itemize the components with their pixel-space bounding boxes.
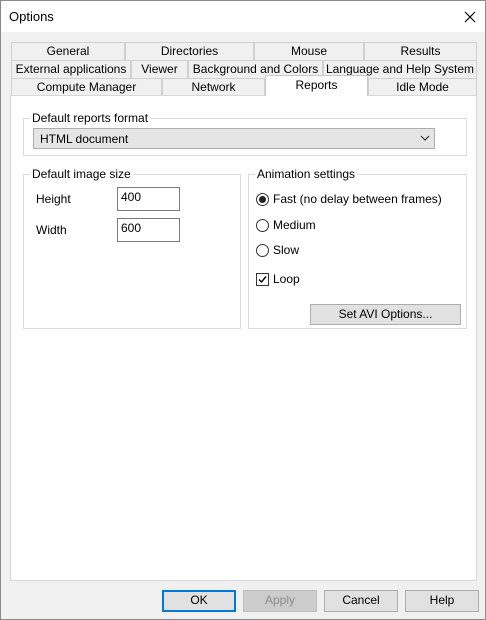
radio-fast-button[interactable] xyxy=(256,192,269,206)
tab-directories[interactable]: Directories xyxy=(125,42,254,61)
default-image-size-legend: Default image size xyxy=(30,167,133,181)
radio-fast[interactable]: Fast (no delay between frames) xyxy=(256,192,442,206)
set-avi-options-button[interactable]: Set AVI Options... xyxy=(310,304,461,325)
width-input[interactable]: 600 xyxy=(117,218,180,242)
animation-settings-legend: Animation settings xyxy=(255,167,358,181)
help-button[interactable]: Help xyxy=(405,590,479,612)
tab-mouse[interactable]: Mouse xyxy=(254,42,364,61)
checkmark-icon xyxy=(258,275,267,283)
reports-format-value: HTML document xyxy=(40,132,129,146)
radio-fast-label: Fast (no delay between frames) xyxy=(273,192,442,206)
window-title: Options xyxy=(9,9,54,24)
loop-checkbox[interactable] xyxy=(256,272,269,286)
tab-viewer[interactable]: Viewer xyxy=(131,60,188,79)
default-image-size-group: Default image size Height 400 Width 600 xyxy=(23,167,241,329)
reports-format-select[interactable]: HTML document xyxy=(33,128,435,149)
default-reports-format-legend: Default reports format xyxy=(30,111,151,125)
tab-network[interactable]: Network xyxy=(162,78,265,96)
height-label: Height xyxy=(36,192,71,206)
radio-medium-button[interactable] xyxy=(256,218,269,232)
tab-reports[interactable]: Reports xyxy=(265,75,368,96)
radio-medium-label: Medium xyxy=(273,218,316,232)
tab-external-applications[interactable]: External applications xyxy=(11,60,131,79)
close-button[interactable] xyxy=(455,1,485,32)
width-label: Width xyxy=(36,223,67,237)
ok-button[interactable]: OK xyxy=(162,590,236,612)
apply-button[interactable]: Apply xyxy=(243,590,317,612)
loop-checkbox-row[interactable]: Loop xyxy=(256,272,300,286)
height-input[interactable]: 400 xyxy=(117,187,180,211)
radio-slow[interactable]: Slow xyxy=(256,243,299,257)
tab-results[interactable]: Results xyxy=(364,42,477,61)
animation-settings-group: Animation settings Fast (no delay betwee… xyxy=(248,167,467,329)
chevron-down-icon xyxy=(420,135,430,141)
radio-medium[interactable]: Medium xyxy=(256,218,316,232)
close-icon xyxy=(464,11,476,22)
radio-slow-button[interactable] xyxy=(256,243,269,257)
options-dialog: Options General Directories Mouse Result… xyxy=(0,0,486,620)
reports-tab-panel: Default reports format HTML document Def… xyxy=(10,95,477,581)
tab-idle-mode[interactable]: Idle Mode xyxy=(368,78,477,96)
radio-slow-label: Slow xyxy=(273,243,300,257)
loop-label: Loop xyxy=(273,272,300,286)
tab-general[interactable]: General xyxy=(11,42,125,61)
default-reports-format-group: Default reports format HTML document xyxy=(23,111,467,156)
cancel-button[interactable]: Cancel xyxy=(324,590,398,612)
tab-compute-manager[interactable]: Compute Manager xyxy=(11,78,162,96)
title-bar: Options xyxy=(1,1,485,32)
